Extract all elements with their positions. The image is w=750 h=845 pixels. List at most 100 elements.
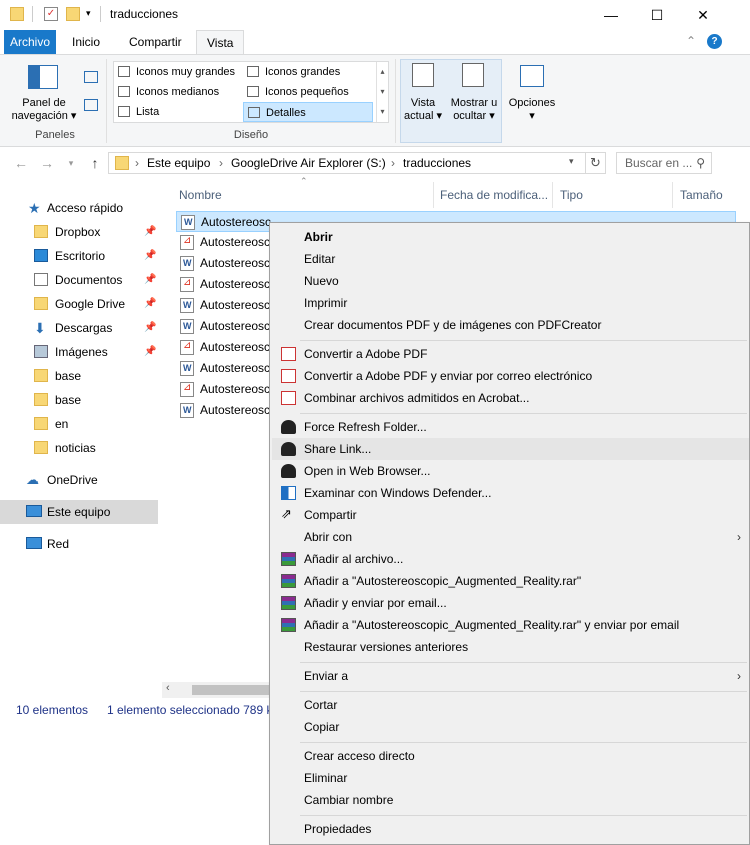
column-separator[interactable] (672, 182, 673, 208)
sidebar-item-documentos[interactable]: Documentos 📌 (0, 268, 158, 292)
menu-item-editar[interactable]: Editar (272, 248, 749, 270)
gallery-scroll[interactable]: ▴ ▾ ▾ (376, 62, 388, 122)
customize-toolbar-icon[interactable]: ▾ (86, 8, 91, 19)
menu-item-propiedades[interactable]: Propiedades (272, 818, 749, 840)
menu-item-copiar[interactable]: Copiar (272, 716, 749, 738)
menu-item-add-rar[interactable]: Añadir a "Autostereoscopic_Augmented_Rea… (272, 570, 749, 592)
pin-icon[interactable]: 📌 (144, 268, 156, 292)
menu-item-abrir[interactable]: Abrir (272, 226, 749, 248)
column-separator[interactable] (552, 182, 553, 208)
breadcrumb-separator-icon[interactable]: › (391, 156, 395, 170)
forward-button[interactable]: → (38, 154, 56, 172)
details-pane-icon[interactable] (84, 99, 98, 111)
menu-item-eliminar[interactable]: Eliminar (272, 767, 749, 789)
menu-item-abrir-con[interactable]: Abrir con › (272, 526, 749, 548)
tab-inicio[interactable]: Inicio (62, 30, 110, 54)
pin-icon[interactable]: 📌 (144, 244, 156, 268)
layout-extra-large-icons[interactable]: Iconos muy grandes (114, 62, 242, 82)
scroll-left-icon[interactable]: ‹ (166, 682, 170, 694)
menu-item-add-email[interactable]: Añadir y enviar por email... (272, 592, 749, 614)
sidebar-item-dropbox[interactable]: Dropbox 📌 (0, 220, 158, 244)
up-button[interactable]: ↑ (86, 154, 104, 172)
menu-item-cambiar-nombre[interactable]: Cambiar nombre (272, 789, 749, 811)
menu-item-crear-acceso-directo[interactable]: Crear acceso directo (272, 745, 749, 767)
show-hide-icon[interactable] (462, 63, 484, 87)
menu-item-cortar[interactable]: Cortar (272, 694, 749, 716)
address-dropdown-icon[interactable]: ▾ (569, 156, 574, 167)
sidebar-item-onedrive[interactable]: ☁ OneDrive (0, 468, 158, 492)
tab-archivo[interactable]: Archivo (4, 30, 56, 54)
column-header-tamano[interactable]: Tamaño (680, 188, 723, 202)
layout-medium-icons[interactable]: Iconos medianos (114, 82, 242, 102)
horizontal-scrollbar[interactable]: ‹ (162, 682, 272, 698)
options-button[interactable]: Opciones ▾ (506, 97, 558, 123)
navigation-pane-button[interactable]: Panel de navegación ▾ (6, 97, 82, 123)
sidebar-item-escritorio[interactable]: Escritorio 📌 (0, 244, 158, 268)
sidebar-item-quick-access[interactable]: ★ Acceso rápido (0, 196, 158, 220)
column-header-tipo[interactable]: Tipo (560, 188, 583, 202)
show-hide-button[interactable]: Mostrar u ocultar ▾ (446, 97, 502, 123)
sidebar-item-este-equipo[interactable]: Este equipo (0, 500, 158, 524)
scrollbar-thumb[interactable] (192, 685, 270, 695)
pin-icon[interactable]: 📌 (144, 340, 156, 364)
pin-icon[interactable]: 📌 (144, 292, 156, 316)
layout-details[interactable]: Detalles (243, 102, 373, 122)
sidebar-item-base[interactable]: base (0, 364, 158, 388)
tab-compartir[interactable]: Compartir (119, 30, 192, 54)
sidebar-item-imagenes[interactable]: Imágenes 📌 (0, 340, 158, 364)
column-header-nombre[interactable]: Nombre (179, 188, 222, 202)
current-view-icon[interactable] (412, 63, 434, 87)
search-icon[interactable]: ⚲ (696, 153, 705, 173)
menu-item-pdfcreator[interactable]: Crear documentos PDF y de imágenes con P… (272, 314, 749, 336)
layout-small-icons[interactable]: Iconos pequeños (243, 82, 371, 102)
menu-item-restore-versions[interactable]: Restaurar versiones anteriores (272, 636, 749, 658)
menu-item-windows-defender[interactable]: Examinar con Windows Defender... (272, 482, 749, 504)
breadcrumb-separator-icon[interactable]: › (219, 156, 223, 170)
help-icon[interactable]: ? (707, 34, 722, 49)
menu-item-share-link[interactable]: Share Link... (272, 438, 749, 460)
sidebar-item-red[interactable]: Red (0, 532, 158, 556)
menu-item-convert-pdf[interactable]: Convertir a Adobe PDF (272, 343, 749, 365)
column-header-fecha[interactable]: Fecha de modifica... (440, 188, 548, 202)
breadcrumb-traducciones[interactable]: traducciones (403, 156, 471, 170)
menu-item-imprimir[interactable]: Imprimir (272, 292, 749, 314)
menu-item-enviar-a[interactable]: Enviar a › (272, 665, 749, 687)
menu-item-force-refresh[interactable]: Force Refresh Folder... (272, 416, 749, 438)
column-separator[interactable] (433, 182, 434, 208)
menu-item-compartir[interactable]: ⇗ Compartir (272, 504, 749, 526)
sidebar-item-descargas[interactable]: ⬇ Descargas 📌 (0, 316, 158, 340)
pin-icon[interactable]: 📌 (144, 316, 156, 340)
sidebar-item-google-drive[interactable]: Google Drive 📌 (0, 292, 158, 316)
sidebar-item-en[interactable]: en (0, 412, 158, 436)
layout-large-icons[interactable]: Iconos grandes (243, 62, 371, 82)
preview-pane-icon[interactable] (84, 71, 98, 83)
tab-vista[interactable]: Vista (196, 30, 245, 55)
sidebar-item-noticias[interactable]: noticias (0, 436, 158, 460)
maximize-button[interactable]: ☐ (634, 0, 680, 30)
menu-item-nuevo[interactable]: Nuevo (272, 270, 749, 292)
options-icon[interactable] (520, 65, 544, 87)
menu-item-combine-acrobat[interactable]: Combinar archivos admitidos en Acrobat..… (272, 387, 749, 409)
collapse-ribbon-icon[interactable]: ⌃ (686, 34, 696, 48)
search-input[interactable]: Buscar en ... ⚲ (616, 152, 712, 174)
new-folder-icon[interactable] (66, 7, 80, 21)
address-bar[interactable]: › Este equipo › GoogleDrive Air Explorer… (108, 152, 606, 174)
current-view-button[interactable]: Vista actual ▾ (402, 97, 444, 123)
menu-item-add-archive[interactable]: Añadir al archivo... (272, 548, 749, 570)
pin-icon[interactable]: 📌 (144, 220, 156, 244)
menu-item-convert-pdf-email[interactable]: Convertir a Adobe PDF y enviar por corre… (272, 365, 749, 387)
layout-list[interactable]: Lista (114, 102, 242, 122)
menu-item-open-web-browser[interactable]: Open in Web Browser... (272, 460, 749, 482)
sidebar-item-base-2[interactable]: base (0, 388, 158, 412)
menu-item-add-rar-email[interactable]: Añadir a "Autostereoscopic_Augmented_Rea… (272, 614, 749, 636)
breadcrumb-drive[interactable]: GoogleDrive Air Explorer (S:) (231, 156, 386, 170)
recent-locations-icon[interactable]: ▾ (62, 154, 80, 172)
refresh-icon[interactable]: ↻ (590, 155, 601, 171)
breadcrumb-separator-icon[interactable]: › (135, 156, 139, 170)
minimize-button[interactable]: — (588, 0, 634, 30)
back-button[interactable]: ← (12, 154, 30, 172)
close-button[interactable]: ✕ (680, 0, 726, 30)
navigation-pane-icon[interactable] (28, 65, 58, 89)
breadcrumb-este-equipo[interactable]: Este equipo (147, 156, 210, 170)
properties-icon[interactable]: ✓ (44, 7, 58, 21)
